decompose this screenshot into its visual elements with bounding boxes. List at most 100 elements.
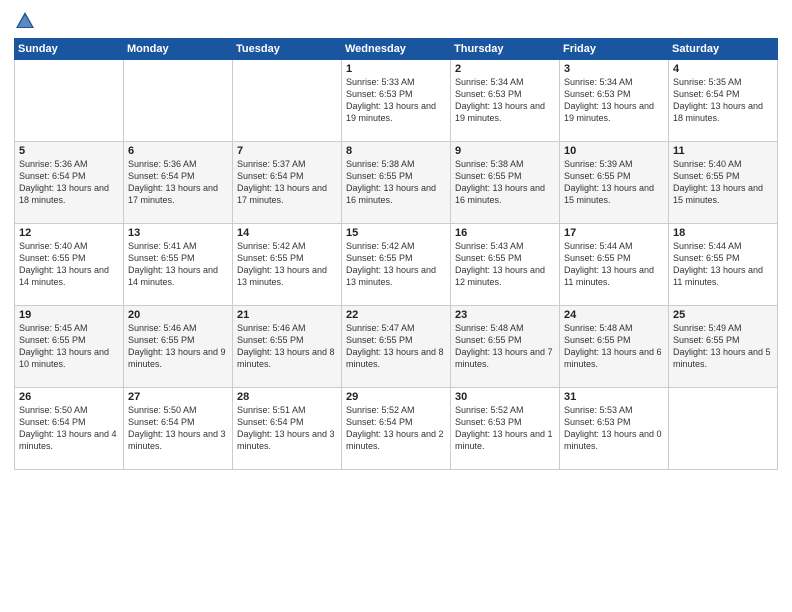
day-number: 13 xyxy=(128,227,228,239)
day-info: Sunrise: 5:41 AM Sunset: 6:55 PM Dayligh… xyxy=(128,240,228,289)
day-number: 29 xyxy=(346,391,446,403)
day-number: 3 xyxy=(564,63,664,75)
day-info: Sunrise: 5:44 AM Sunset: 6:55 PM Dayligh… xyxy=(564,240,664,289)
calendar-cell xyxy=(233,60,342,142)
calendar-cell: 26Sunrise: 5:50 AM Sunset: 6:54 PM Dayli… xyxy=(15,388,124,470)
day-info: Sunrise: 5:34 AM Sunset: 6:53 PM Dayligh… xyxy=(564,76,664,125)
day-info: Sunrise: 5:35 AM Sunset: 6:54 PM Dayligh… xyxy=(673,76,773,125)
day-number: 10 xyxy=(564,145,664,157)
calendar-cell: 1Sunrise: 5:33 AM Sunset: 6:53 PM Daylig… xyxy=(342,60,451,142)
calendar-cell: 17Sunrise: 5:44 AM Sunset: 6:55 PM Dayli… xyxy=(560,224,669,306)
calendar-cell: 7Sunrise: 5:37 AM Sunset: 6:54 PM Daylig… xyxy=(233,142,342,224)
day-info: Sunrise: 5:48 AM Sunset: 6:55 PM Dayligh… xyxy=(564,322,664,371)
week-row-3: 12Sunrise: 5:40 AM Sunset: 6:55 PM Dayli… xyxy=(15,224,778,306)
calendar-cell: 30Sunrise: 5:52 AM Sunset: 6:53 PM Dayli… xyxy=(451,388,560,470)
day-number: 16 xyxy=(455,227,555,239)
week-row-1: 1Sunrise: 5:33 AM Sunset: 6:53 PM Daylig… xyxy=(15,60,778,142)
day-number: 8 xyxy=(346,145,446,157)
weekday-header-friday: Friday xyxy=(560,39,669,60)
day-info: Sunrise: 5:45 AM Sunset: 6:55 PM Dayligh… xyxy=(19,322,119,371)
calendar-body: 1Sunrise: 5:33 AM Sunset: 6:53 PM Daylig… xyxy=(15,60,778,470)
calendar-cell: 22Sunrise: 5:47 AM Sunset: 6:55 PM Dayli… xyxy=(342,306,451,388)
page: SundayMondayTuesdayWednesdayThursdayFrid… xyxy=(0,0,792,612)
day-number: 6 xyxy=(128,145,228,157)
day-info: Sunrise: 5:38 AM Sunset: 6:55 PM Dayligh… xyxy=(455,158,555,207)
day-info: Sunrise: 5:42 AM Sunset: 6:55 PM Dayligh… xyxy=(237,240,337,289)
day-info: Sunrise: 5:50 AM Sunset: 6:54 PM Dayligh… xyxy=(19,404,119,453)
day-number: 14 xyxy=(237,227,337,239)
calendar-cell xyxy=(124,60,233,142)
day-number: 17 xyxy=(564,227,664,239)
calendar-cell: 5Sunrise: 5:36 AM Sunset: 6:54 PM Daylig… xyxy=(15,142,124,224)
day-number: 24 xyxy=(564,309,664,321)
calendar-cell: 11Sunrise: 5:40 AM Sunset: 6:55 PM Dayli… xyxy=(669,142,778,224)
day-info: Sunrise: 5:37 AM Sunset: 6:54 PM Dayligh… xyxy=(237,158,337,207)
day-number: 23 xyxy=(455,309,555,321)
day-info: Sunrise: 5:43 AM Sunset: 6:55 PM Dayligh… xyxy=(455,240,555,289)
calendar-cell: 13Sunrise: 5:41 AM Sunset: 6:55 PM Dayli… xyxy=(124,224,233,306)
logo xyxy=(14,10,39,32)
day-number: 7 xyxy=(237,145,337,157)
day-number: 9 xyxy=(455,145,555,157)
day-number: 30 xyxy=(455,391,555,403)
day-info: Sunrise: 5:44 AM Sunset: 6:55 PM Dayligh… xyxy=(673,240,773,289)
calendar-cell xyxy=(15,60,124,142)
weekday-row: SundayMondayTuesdayWednesdayThursdayFrid… xyxy=(15,39,778,60)
day-info: Sunrise: 5:52 AM Sunset: 6:53 PM Dayligh… xyxy=(455,404,555,453)
day-info: Sunrise: 5:34 AM Sunset: 6:53 PM Dayligh… xyxy=(455,76,555,125)
day-number: 19 xyxy=(19,309,119,321)
calendar-header: SundayMondayTuesdayWednesdayThursdayFrid… xyxy=(15,39,778,60)
header xyxy=(14,10,778,32)
day-number: 4 xyxy=(673,63,773,75)
week-row-5: 26Sunrise: 5:50 AM Sunset: 6:54 PM Dayli… xyxy=(15,388,778,470)
day-info: Sunrise: 5:33 AM Sunset: 6:53 PM Dayligh… xyxy=(346,76,446,125)
day-number: 5 xyxy=(19,145,119,157)
day-number: 12 xyxy=(19,227,119,239)
day-number: 20 xyxy=(128,309,228,321)
calendar-cell: 6Sunrise: 5:36 AM Sunset: 6:54 PM Daylig… xyxy=(124,142,233,224)
day-number: 22 xyxy=(346,309,446,321)
calendar-cell: 28Sunrise: 5:51 AM Sunset: 6:54 PM Dayli… xyxy=(233,388,342,470)
calendar-cell: 4Sunrise: 5:35 AM Sunset: 6:54 PM Daylig… xyxy=(669,60,778,142)
day-number: 2 xyxy=(455,63,555,75)
day-info: Sunrise: 5:49 AM Sunset: 6:55 PM Dayligh… xyxy=(673,322,773,371)
calendar-table: SundayMondayTuesdayWednesdayThursdayFrid… xyxy=(14,38,778,470)
calendar-cell: 2Sunrise: 5:34 AM Sunset: 6:53 PM Daylig… xyxy=(451,60,560,142)
day-info: Sunrise: 5:48 AM Sunset: 6:55 PM Dayligh… xyxy=(455,322,555,371)
calendar-cell: 10Sunrise: 5:39 AM Sunset: 6:55 PM Dayli… xyxy=(560,142,669,224)
day-number: 21 xyxy=(237,309,337,321)
calendar-cell: 8Sunrise: 5:38 AM Sunset: 6:55 PM Daylig… xyxy=(342,142,451,224)
day-info: Sunrise: 5:40 AM Sunset: 6:55 PM Dayligh… xyxy=(19,240,119,289)
day-number: 25 xyxy=(673,309,773,321)
calendar-cell: 27Sunrise: 5:50 AM Sunset: 6:54 PM Dayli… xyxy=(124,388,233,470)
day-number: 1 xyxy=(346,63,446,75)
logo-icon xyxy=(14,10,36,32)
day-number: 28 xyxy=(237,391,337,403)
week-row-4: 19Sunrise: 5:45 AM Sunset: 6:55 PM Dayli… xyxy=(15,306,778,388)
calendar-cell: 14Sunrise: 5:42 AM Sunset: 6:55 PM Dayli… xyxy=(233,224,342,306)
day-info: Sunrise: 5:40 AM Sunset: 6:55 PM Dayligh… xyxy=(673,158,773,207)
day-info: Sunrise: 5:51 AM Sunset: 6:54 PM Dayligh… xyxy=(237,404,337,453)
calendar-cell: 23Sunrise: 5:48 AM Sunset: 6:55 PM Dayli… xyxy=(451,306,560,388)
day-info: Sunrise: 5:38 AM Sunset: 6:55 PM Dayligh… xyxy=(346,158,446,207)
day-info: Sunrise: 5:36 AM Sunset: 6:54 PM Dayligh… xyxy=(128,158,228,207)
day-info: Sunrise: 5:46 AM Sunset: 6:55 PM Dayligh… xyxy=(237,322,337,371)
calendar-cell: 12Sunrise: 5:40 AM Sunset: 6:55 PM Dayli… xyxy=(15,224,124,306)
calendar-cell: 21Sunrise: 5:46 AM Sunset: 6:55 PM Dayli… xyxy=(233,306,342,388)
calendar-cell: 31Sunrise: 5:53 AM Sunset: 6:53 PM Dayli… xyxy=(560,388,669,470)
day-info: Sunrise: 5:52 AM Sunset: 6:54 PM Dayligh… xyxy=(346,404,446,453)
weekday-header-thursday: Thursday xyxy=(451,39,560,60)
calendar-cell: 15Sunrise: 5:42 AM Sunset: 6:55 PM Dayli… xyxy=(342,224,451,306)
day-number: 15 xyxy=(346,227,446,239)
day-info: Sunrise: 5:47 AM Sunset: 6:55 PM Dayligh… xyxy=(346,322,446,371)
day-info: Sunrise: 5:42 AM Sunset: 6:55 PM Dayligh… xyxy=(346,240,446,289)
calendar-cell: 9Sunrise: 5:38 AM Sunset: 6:55 PM Daylig… xyxy=(451,142,560,224)
day-info: Sunrise: 5:53 AM Sunset: 6:53 PM Dayligh… xyxy=(564,404,664,453)
calendar-cell: 16Sunrise: 5:43 AM Sunset: 6:55 PM Dayli… xyxy=(451,224,560,306)
day-number: 26 xyxy=(19,391,119,403)
day-number: 18 xyxy=(673,227,773,239)
day-number: 11 xyxy=(673,145,773,157)
day-number: 31 xyxy=(564,391,664,403)
calendar-cell: 25Sunrise: 5:49 AM Sunset: 6:55 PM Dayli… xyxy=(669,306,778,388)
week-row-2: 5 Sunrise: 5:36 AM Sunset: 6:54 PM Daylig… xyxy=(15,142,778,224)
